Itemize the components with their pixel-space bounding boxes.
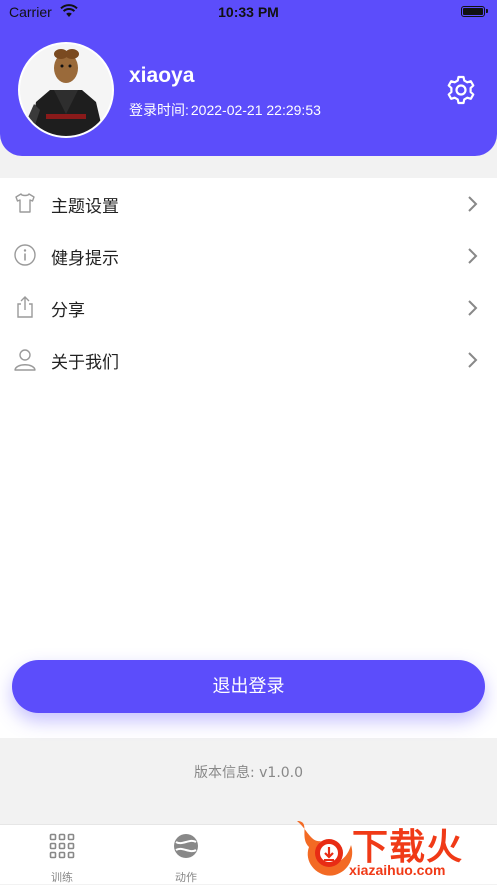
settings-menu: 主题设置 健身提示 分享 关于我们 — [0, 178, 497, 738]
username: xiaoya — [129, 64, 195, 87]
menu-item-share[interactable]: 分享 — [0, 282, 497, 334]
chevron-right-icon — [468, 352, 478, 368]
tshirt-icon — [15, 193, 35, 213]
logout-button[interactable]: 退出登录 — [12, 660, 485, 713]
avatar[interactable] — [18, 42, 114, 138]
status-bar: Carrier 10:33 PM — [0, 0, 497, 26]
tab-actions[interactable]: 动作 — [146, 825, 226, 884]
menu-item-fitness-tips[interactable]: 健身提示 — [0, 230, 497, 282]
version-value: v1.0.0 — [259, 765, 304, 781]
tab-training[interactable]: 训练 — [22, 825, 102, 884]
menu-item-about-us[interactable]: 关于我们 — [0, 334, 497, 386]
login-time: 登录时间: 2022-02-21 22:29:53 — [129, 100, 323, 120]
menu-item-label: 健身提示 — [51, 249, 119, 269]
grid-icon — [49, 833, 75, 859]
version-info: 版本信息: v1.0.0 — [0, 762, 497, 782]
ball-icon — [174, 834, 198, 858]
gear-icon[interactable] — [445, 74, 477, 106]
user-icon — [14, 349, 36, 371]
menu-item-theme[interactable]: 主题设置 — [0, 178, 497, 230]
chevron-right-icon — [468, 248, 478, 264]
avatar-image — [20, 44, 112, 136]
watermark-url: xiazaihuo.com — [349, 862, 446, 878]
profile-header: Carrier 10:33 PM xiaoya 登录时间: 2022-02-21 … — [0, 0, 497, 156]
status-time: 10:33 PM — [218, 4, 279, 20]
info-icon — [14, 244, 36, 266]
login-time-label: 登录时间: — [129, 102, 189, 118]
menu-item-label: 主题设置 — [51, 197, 119, 217]
login-time-value: 2022-02-21 22:29:53 — [190, 102, 321, 118]
chevron-right-icon — [468, 300, 478, 316]
share-icon — [17, 296, 33, 318]
menu-item-label: 关于我们 — [51, 353, 119, 373]
chevron-right-icon — [468, 196, 478, 212]
version-label: 版本信息: — [193, 765, 255, 781]
battery-icon — [461, 6, 488, 17]
menu-item-label: 分享 — [51, 301, 85, 321]
